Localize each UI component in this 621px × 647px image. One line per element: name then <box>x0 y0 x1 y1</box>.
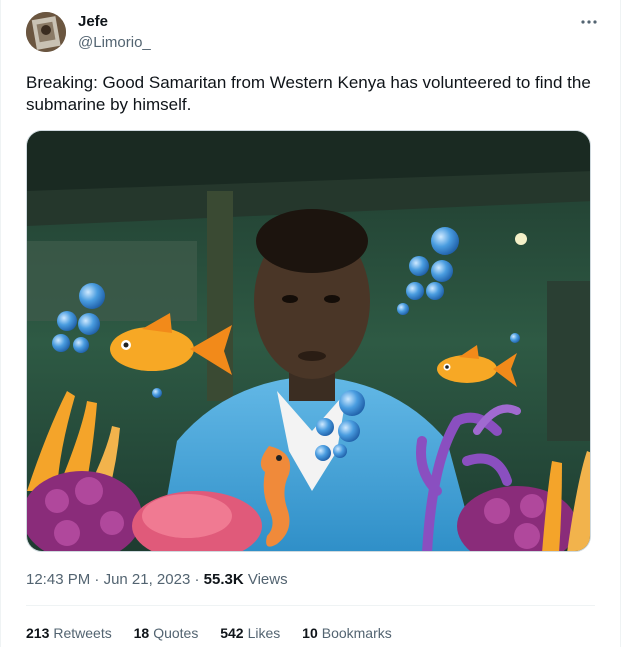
more-options-button[interactable] <box>578 12 600 32</box>
meta-separator: · <box>194 571 200 588</box>
author-handle[interactable]: @Limorio_ <box>78 33 151 53</box>
tweet-card: Jefe @Limorio_ Breaking: Good Samaritan … <box>0 0 621 647</box>
meta-separator: · <box>94 571 100 588</box>
tweet-media-image[interactable] <box>26 130 591 552</box>
quotes-stat[interactable]: 18 Quotes <box>134 623 199 643</box>
tweet-metadata: 12:43 PM · Jun 21, 2023 · 55.3K Views <box>26 570 288 590</box>
author-name[interactable]: Jefe <box>78 12 108 32</box>
likes-stat[interactable]: 542 Likes <box>220 623 280 643</box>
more-horizontal-icon <box>581 20 597 24</box>
bookmarks-stat[interactable]: 10 Bookmarks <box>302 623 392 643</box>
views-count: 55.3K <box>203 571 244 588</box>
retweets-stat[interactable]: 213 Retweets <box>26 623 112 643</box>
bookmarks-label: Bookmarks <box>321 625 392 641</box>
retweets-label: Retweets <box>53 625 112 641</box>
views-label: Views <box>247 571 288 588</box>
divider <box>26 605 595 606</box>
engagement-stats: 213 Retweets 18 Quotes 542 Likes 10 Bookmark… <box>26 623 410 643</box>
bookmarks-count: 10 <box>302 625 318 641</box>
likes-label: Likes <box>247 625 281 641</box>
tweet-text: Breaking: Good Samaritan from Western Ke… <box>26 73 591 114</box>
tweet-time[interactable]: 12:43 PM <box>26 571 90 588</box>
tweet-date[interactable]: Jun 21, 2023 <box>104 571 191 588</box>
likes-count: 542 <box>220 625 244 641</box>
quotes-count: 18 <box>133 625 150 641</box>
retweets-count: 213 <box>26 625 50 641</box>
quotes-label: Quotes <box>153 625 199 641</box>
avatar[interactable] <box>26 12 66 52</box>
